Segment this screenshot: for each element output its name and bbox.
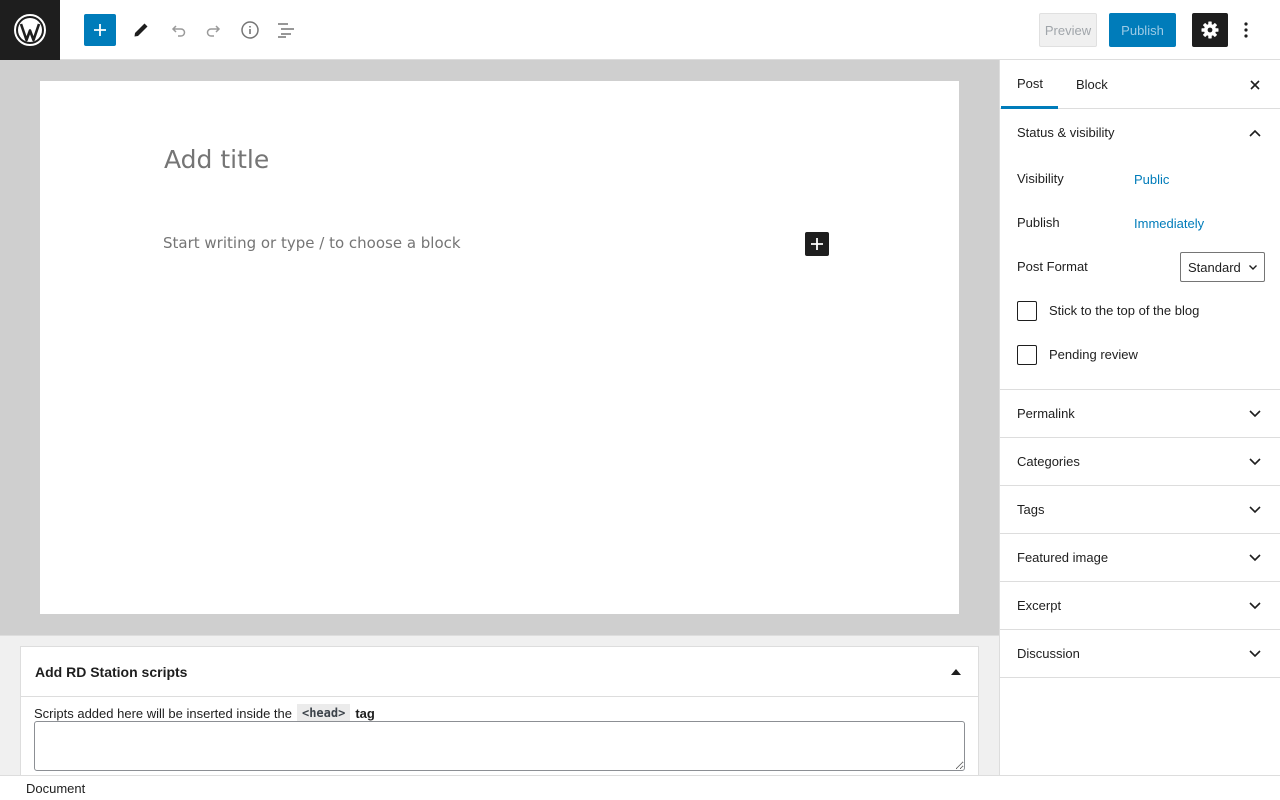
editor-canvas[interactable]: Add title Start writing or type / to cho… — [40, 81, 959, 614]
chevron-down-icon — [1249, 265, 1257, 270]
inline-add-block-button[interactable] — [805, 232, 829, 256]
pending-review-label[interactable]: Pending review — [1049, 347, 1138, 362]
visibility-label: Visibility — [1017, 171, 1064, 186]
sidebar-tabs: Post Block — [1000, 60, 1280, 109]
publish-date-link[interactable]: Immediately — [1134, 216, 1204, 231]
panel-featured-image[interactable]: Featured image — [1000, 534, 1280, 582]
metabox-header[interactable]: Add RD Station scripts — [21, 647, 978, 697]
sticky-checkbox[interactable] — [1017, 301, 1037, 321]
details-button[interactable] — [234, 14, 266, 46]
info-icon — [241, 21, 259, 39]
panel-tags[interactable]: Tags — [1000, 486, 1280, 534]
chevron-up-icon[interactable] — [1248, 126, 1262, 140]
post-title-placeholder[interactable]: Add title — [164, 145, 269, 174]
metabox-area: Add RD Station scripts Scripts added her… — [0, 635, 999, 781]
panel-excerpt-label: Excerpt — [1017, 598, 1062, 613]
undo-button[interactable] — [162, 14, 194, 46]
publish-label: Publish — [1017, 215, 1060, 230]
scripts-textarea[interactable] — [34, 721, 965, 771]
list-view-button[interactable] — [270, 14, 302, 46]
panel-permalink-label: Permalink — [1017, 406, 1075, 421]
panel-categories-label: Categories — [1017, 454, 1080, 469]
redo-icon — [206, 25, 221, 37]
head-tag-code: <head> — [296, 704, 351, 722]
panel-categories[interactable]: Categories — [1000, 438, 1280, 486]
wordpress-logo-icon[interactable] — [0, 0, 60, 60]
rd-station-metabox: Add RD Station scripts Scripts added her… — [20, 646, 979, 781]
top-toolbar: Preview Publish — [0, 0, 1280, 60]
chevron-down-icon — [1248, 455, 1262, 469]
triangle-up-icon — [951, 669, 961, 675]
sticky-label[interactable]: Stick to the top of the blog — [1049, 303, 1199, 318]
footer-breadcrumb-bar: Document — [0, 775, 1280, 800]
publish-button[interactable]: Publish — [1109, 13, 1176, 47]
pending-review-checkbox[interactable] — [1017, 345, 1037, 365]
gear-icon — [1201, 21, 1219, 39]
pencil-icon — [134, 23, 148, 37]
panel-permalink[interactable]: Permalink — [1000, 390, 1280, 438]
list-view-icon — [278, 23, 294, 38]
tab-block[interactable]: Block — [1060, 60, 1122, 109]
status-visibility-title[interactable]: Status & visibility — [1017, 125, 1115, 140]
undo-icon — [171, 25, 186, 37]
panel-tags-label: Tags — [1017, 502, 1045, 517]
metabox-toggle-button[interactable] — [948, 664, 964, 680]
status-visibility-panel: Status & visibility Visibility Public Pu… — [1000, 109, 1280, 390]
settings-sidebar: Post Block Status & visibility Visibilit… — [999, 60, 1280, 775]
panel-discussion-label: Discussion — [1017, 646, 1080, 661]
chevron-down-icon — [1248, 407, 1262, 421]
panel-discussion[interactable]: Discussion — [1000, 630, 1280, 678]
more-vertical-icon — [1244, 22, 1248, 38]
tab-post[interactable]: Post — [1001, 60, 1058, 109]
post-format-select[interactable]: Standard — [1180, 252, 1265, 282]
metabox-title: Add RD Station scripts — [35, 664, 188, 680]
post-format-label: Post Format — [1017, 259, 1088, 274]
options-menu-button[interactable] — [1236, 13, 1256, 47]
breadcrumb-document[interactable]: Document — [26, 781, 85, 796]
close-sidebar-button[interactable] — [1247, 77, 1263, 93]
redo-button[interactable] — [198, 14, 230, 46]
chevron-down-icon — [1248, 551, 1262, 565]
close-icon — [1250, 80, 1260, 90]
metabox-description: Scripts added here will be inserted insi… — [34, 704, 375, 722]
chevron-down-icon — [1248, 503, 1262, 517]
metabox-desc-suffix: tag — [355, 705, 375, 721]
plus-icon — [811, 238, 823, 250]
metabox-desc-text: Scripts added here will be inserted insi… — [34, 705, 292, 721]
panel-excerpt[interactable]: Excerpt — [1000, 582, 1280, 630]
chevron-down-icon — [1248, 599, 1262, 613]
plus-icon — [94, 24, 106, 36]
edit-tool-button[interactable] — [125, 14, 157, 46]
settings-button[interactable] — [1192, 13, 1228, 47]
panel-featured-image-label: Featured image — [1017, 550, 1109, 565]
preview-button[interactable]: Preview — [1039, 13, 1097, 47]
block-placeholder[interactable]: Start writing or type / to choose a bloc… — [163, 234, 461, 252]
chevron-down-icon — [1248, 647, 1262, 661]
visibility-link[interactable]: Public — [1134, 172, 1169, 187]
editor-area: Add title Start writing or type / to cho… — [0, 60, 999, 635]
post-format-value: Standard — [1188, 259, 1241, 275]
add-block-button[interactable] — [84, 14, 116, 46]
